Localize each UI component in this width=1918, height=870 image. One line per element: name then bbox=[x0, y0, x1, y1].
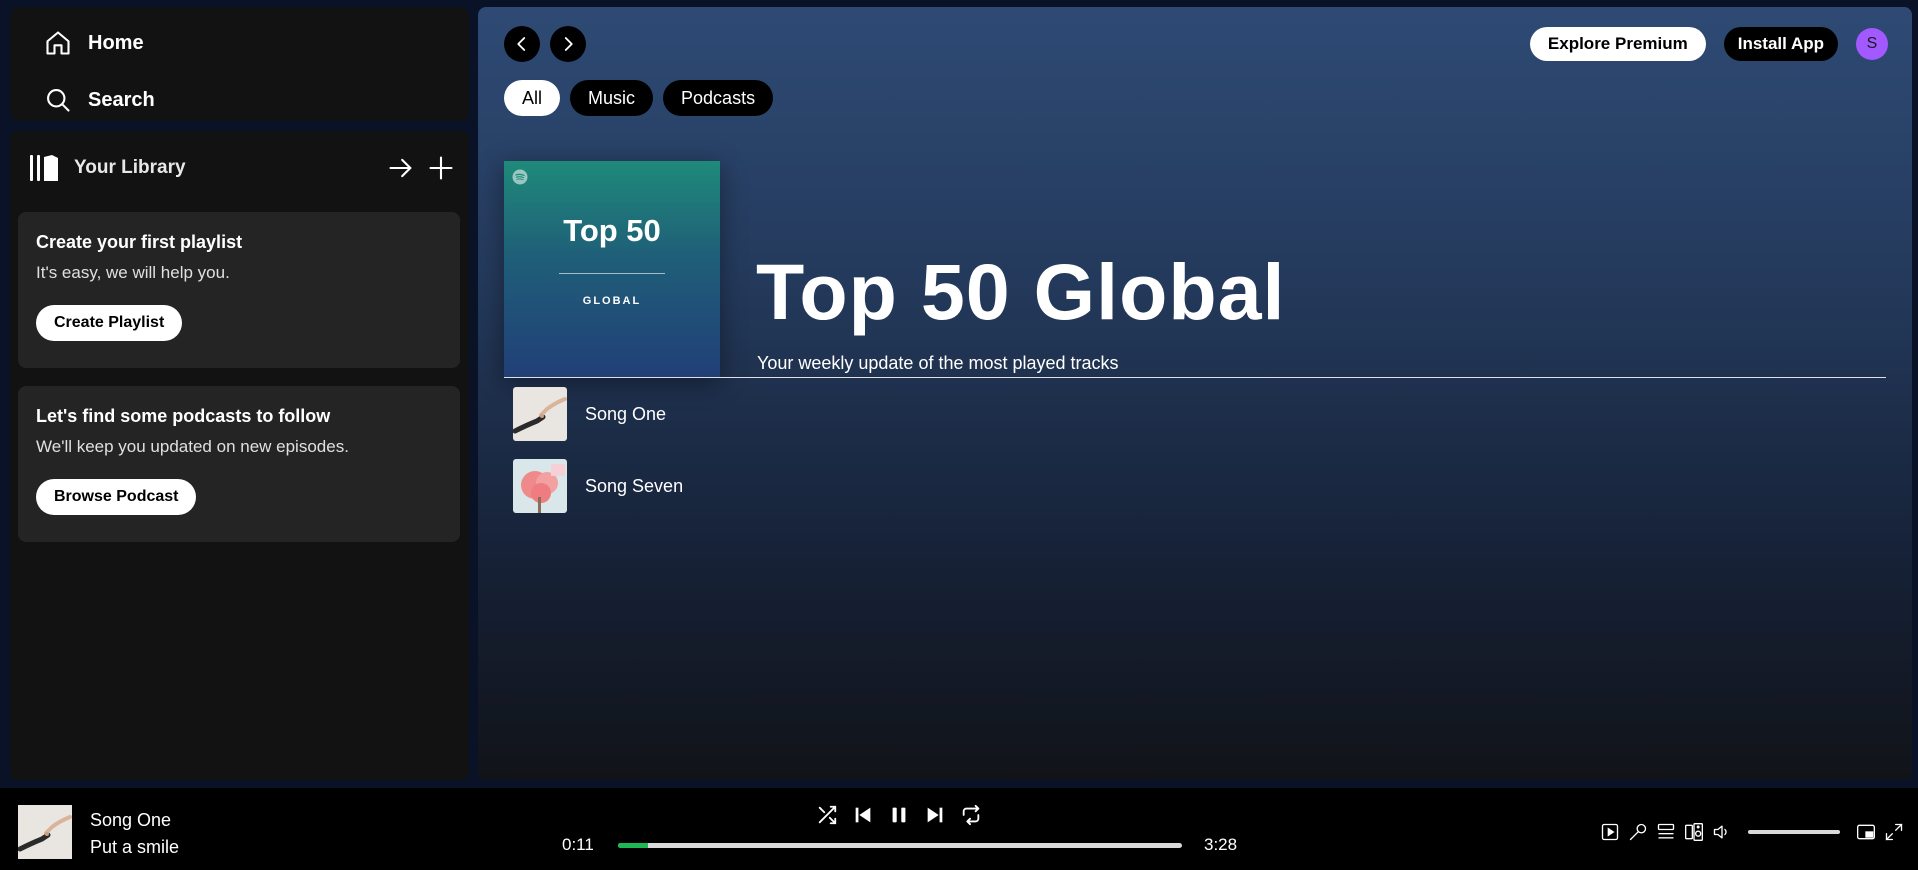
filter-podcasts[interactable]: Podcasts bbox=[663, 80, 774, 116]
home-icon bbox=[46, 31, 70, 55]
track-name: Song Seven bbox=[585, 475, 684, 496]
browse-podcast-card: Let's find some podcasts to follow We'll… bbox=[18, 386, 460, 542]
now-playing-view-icon[interactable] bbox=[1600, 822, 1620, 842]
previous-icon[interactable] bbox=[852, 804, 874, 826]
card-title: Create your first playlist bbox=[36, 232, 243, 252]
library-panel: Your Library Create your first playlist … bbox=[10, 131, 469, 780]
now-playing-artist[interactable]: Put a smile bbox=[90, 837, 179, 858]
arrow-right-icon[interactable] bbox=[387, 154, 415, 182]
volume-slider[interactable] bbox=[1748, 830, 1840, 834]
avatar[interactable]: S bbox=[1856, 28, 1888, 60]
now-playing-title[interactable]: Song One bbox=[90, 810, 171, 831]
shuffle-icon[interactable] bbox=[816, 804, 838, 826]
nav-home-label: Home bbox=[88, 31, 144, 54]
filter-music[interactable]: Music bbox=[570, 80, 654, 116]
card-subtitle: We'll keep you updated on new episodes. bbox=[36, 437, 349, 456]
library-header: Your Library bbox=[28, 149, 455, 187]
track-thumbnail bbox=[513, 387, 567, 441]
track-art-hands-icon bbox=[513, 387, 567, 441]
now-playing-art-icon bbox=[18, 805, 72, 859]
forward-button[interactable] bbox=[550, 26, 586, 62]
now-playing-art[interactable] bbox=[18, 805, 72, 859]
track-name: Song One bbox=[585, 403, 667, 424]
search-icon bbox=[47, 89, 70, 112]
library-toggle[interactable]: Your Library bbox=[28, 152, 186, 184]
plus-icon[interactable] bbox=[427, 154, 455, 182]
volume-fill bbox=[1748, 830, 1840, 834]
nav-search[interactable]: Search bbox=[44, 80, 155, 120]
progress-bar[interactable] bbox=[618, 843, 1182, 848]
create-playlist-card: Create your first playlist It's easy, we… bbox=[18, 212, 460, 368]
section-divider bbox=[504, 377, 1886, 378]
connect-device-icon[interactable] bbox=[1684, 822, 1704, 842]
track-row[interactable]: Song One bbox=[513, 387, 666, 441]
cover-title: Top 50 bbox=[563, 213, 661, 248]
nav-home[interactable]: Home bbox=[44, 23, 144, 63]
create-playlist-button[interactable]: Create Playlist bbox=[36, 305, 183, 341]
install-app-button[interactable]: Install App bbox=[1723, 27, 1838, 61]
extra-controls bbox=[1600, 822, 1904, 842]
card-subtitle: It's easy, we will help you. bbox=[36, 263, 230, 282]
playlist-description: Your weekly update of the most played tr… bbox=[757, 353, 1119, 373]
main-content: Explore Premium Install App S All Music … bbox=[478, 7, 1912, 780]
pause-icon[interactable] bbox=[888, 804, 910, 826]
track-row[interactable]: Song Seven bbox=[513, 459, 683, 513]
cover-subtitle: GLOBAL bbox=[582, 295, 642, 307]
player-bar: Song One Put a smile 0:11 3:28 bbox=[0, 788, 1918, 870]
playlist-title: Top 50 Global bbox=[756, 247, 1286, 336]
library-icon bbox=[30, 155, 58, 181]
cover-divider bbox=[559, 273, 665, 274]
track-thumbnail bbox=[513, 459, 567, 513]
progress-fill bbox=[618, 843, 648, 848]
playlist-cover: Top 50 GLOBAL bbox=[504, 161, 720, 377]
filter-chips: All Music Podcasts bbox=[504, 80, 774, 116]
spotify-logo-icon bbox=[512, 169, 528, 185]
filter-all[interactable]: All bbox=[504, 80, 561, 116]
playback-controls bbox=[816, 804, 982, 826]
header-actions: Explore Premium Install App S bbox=[1529, 27, 1888, 61]
track-art-lofi-icon bbox=[513, 459, 567, 513]
chevron-left-icon bbox=[517, 37, 526, 51]
miniplayer-icon[interactable] bbox=[1856, 822, 1876, 842]
repeat-icon[interactable] bbox=[960, 804, 982, 826]
library-actions bbox=[387, 154, 455, 182]
fullscreen-icon[interactable] bbox=[1884, 822, 1904, 842]
nav-search-label: Search bbox=[88, 88, 155, 111]
library-title: Your Library bbox=[74, 157, 186, 178]
back-button[interactable] bbox=[504, 26, 540, 62]
time-current: 0:11 bbox=[562, 835, 594, 854]
time-total: 3:28 bbox=[1204, 835, 1238, 854]
browse-podcast-button[interactable]: Browse Podcast bbox=[36, 479, 197, 515]
explore-premium-button[interactable]: Explore Premium bbox=[1529, 27, 1706, 61]
queue-icon[interactable] bbox=[1656, 822, 1676, 842]
lyrics-microphone-icon[interactable] bbox=[1628, 822, 1648, 842]
card-title: Let's find some podcasts to follow bbox=[36, 406, 331, 426]
nav-panel: Home Search bbox=[10, 7, 469, 121]
chevron-right-icon bbox=[564, 37, 573, 51]
next-icon[interactable] bbox=[924, 804, 946, 826]
volume-icon[interactable] bbox=[1712, 822, 1732, 842]
